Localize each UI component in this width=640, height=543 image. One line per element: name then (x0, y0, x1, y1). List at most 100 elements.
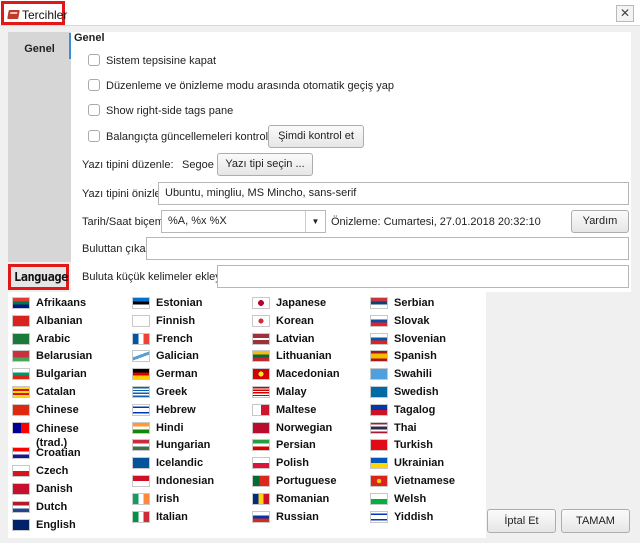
font-preview-field[interactable]: Ubuntu, mingliu, MS Mincho, sans-serif (158, 182, 629, 205)
hungary-flag-icon (132, 439, 150, 452)
help-button[interactable]: Yardım (571, 210, 629, 233)
ok-button[interactable]: TAMAM (561, 509, 630, 533)
vietnam-flag-icon (370, 475, 388, 487)
malaysia-flag-icon (252, 386, 270, 398)
datetime-format-select[interactable]: %A, %x %X ▼ (161, 210, 326, 233)
wales-flag-icon (370, 492, 388, 505)
language-name: Chinese (36, 403, 79, 416)
tanzania-flag-icon (370, 368, 388, 381)
language-name: Yiddish (394, 510, 434, 523)
language-name: Latvian (276, 332, 315, 345)
poland-flag-icon (252, 457, 270, 470)
app-icon (7, 10, 20, 19)
cancel-button[interactable]: İptal Et (487, 509, 556, 533)
slovakia-flag-icon (370, 314, 388, 327)
language-name: Malay (276, 386, 307, 398)
sidebar-item-genel[interactable]: Genel (8, 32, 71, 64)
china-flag-icon (12, 403, 30, 416)
language-name: Tagalog (394, 403, 436, 416)
tray-checkbox[interactable] (88, 54, 100, 66)
datetime-preview: Önizleme: Cumartesi, 27.01.2018 20:32:10 (331, 216, 541, 228)
title-bar: Tercihler ✕ (0, 0, 640, 26)
israel-flag-icon (370, 510, 388, 523)
font-preview-label: Yazı tipini önizle: (82, 188, 164, 200)
norway-flag-icon (252, 421, 270, 434)
language-name: German (156, 368, 198, 381)
language-name: Belarusian (36, 350, 93, 363)
estonia-flag-icon (132, 297, 150, 309)
uk-flag-icon (12, 518, 30, 531)
language-name: Macedonian (276, 368, 340, 381)
tags-pane-checkbox[interactable] (88, 104, 100, 116)
south-africa-flag-icon (12, 297, 30, 309)
language-name: Serbian (394, 297, 435, 309)
greece-flag-icon (132, 386, 150, 398)
india-flag-icon (132, 421, 150, 434)
language-name: Swedish (394, 386, 439, 398)
france-flag-icon (132, 332, 150, 345)
window-title: Tercihler (22, 8, 68, 22)
language-name: Croatian (36, 447, 81, 460)
window-title-highlight: Tercihler (1, 1, 68, 25)
lithuania-flag-icon (252, 350, 270, 363)
language-name: Romanian (276, 492, 330, 505)
chevron-down-icon[interactable]: ▼ (305, 211, 325, 232)
language-name: Chinese (trad.) (36, 422, 79, 449)
language-name: English (36, 518, 76, 531)
croatia-flag-icon (12, 447, 30, 460)
saudi-arabia-flag-icon (12, 332, 30, 345)
language-name: Vietnamese (394, 475, 455, 487)
latvia-flag-icon (252, 332, 270, 345)
auto-switch-checkbox[interactable] (88, 79, 100, 91)
close-button[interactable]: ✕ (616, 5, 634, 22)
iran-flag-icon (252, 439, 270, 452)
language-label: Language (14, 270, 68, 284)
netherlands-flag-icon (12, 500, 30, 513)
indonesia-flag-icon (132, 475, 150, 487)
turkey-flag-icon (370, 439, 388, 452)
language-name: Slovak (394, 314, 430, 327)
section-title: Genel (74, 32, 105, 44)
language-name: Turkish (394, 439, 433, 452)
sidebar: Genel (8, 32, 71, 262)
denmark-flag-icon (12, 483, 30, 495)
check-now-button[interactable]: Şimdi kontrol et (268, 125, 364, 148)
language-name: Hungarian (156, 439, 211, 452)
language-name: Japanese (276, 297, 327, 309)
language-label-highlight: Language (8, 264, 69, 290)
iceland-flag-icon (132, 457, 150, 470)
germany-flag-icon (132, 368, 150, 381)
malta-flag-icon (252, 403, 270, 416)
update-check-label: Balangıçta güncellemeleri kontrol et (106, 131, 281, 143)
cloud-add-small-input[interactable] (217, 265, 629, 288)
thailand-flag-icon (370, 421, 388, 434)
sweden-flag-icon (370, 386, 388, 398)
language-name: Greek (156, 386, 188, 398)
ukraine-flag-icon (370, 457, 388, 470)
galicia-flag-icon (132, 350, 150, 363)
choose-font-button[interactable]: Yazı tipi seçin ... (217, 153, 313, 176)
language-name: Korean (276, 314, 314, 327)
macedonia-flag-icon (252, 368, 270, 381)
language-name: Persian (276, 439, 316, 452)
cloud-add-small-label: Buluta küçük kelimeler ekleyin (82, 271, 230, 283)
language-name: Finnish (156, 314, 196, 327)
bulgaria-flag-icon (12, 368, 30, 381)
cloud-remove-input[interactable] (146, 237, 629, 260)
update-check-checkbox[interactable] (88, 130, 100, 142)
catalonia-flag-icon (12, 386, 30, 398)
language-name: Hindi (156, 421, 184, 434)
language-name: Swahili (394, 368, 432, 381)
philippines-flag-icon (370, 403, 388, 416)
language-name: Afrikaans (36, 297, 87, 309)
korea-flag-icon (252, 314, 270, 327)
taiwan-flag-icon (12, 421, 30, 434)
datetime-label: Tarih/Saat biçemi (82, 216, 167, 228)
spain-flag-icon (370, 350, 388, 363)
language-name: Arabic (36, 332, 71, 345)
language-name: Portuguese (276, 475, 337, 487)
language-name: Lithuanian (276, 350, 332, 363)
romania-flag-icon (252, 492, 270, 505)
settings-panel: Genel Sistem tepsisine kapat Düzenleme v… (71, 32, 631, 292)
language-name: Spanish (394, 350, 437, 363)
